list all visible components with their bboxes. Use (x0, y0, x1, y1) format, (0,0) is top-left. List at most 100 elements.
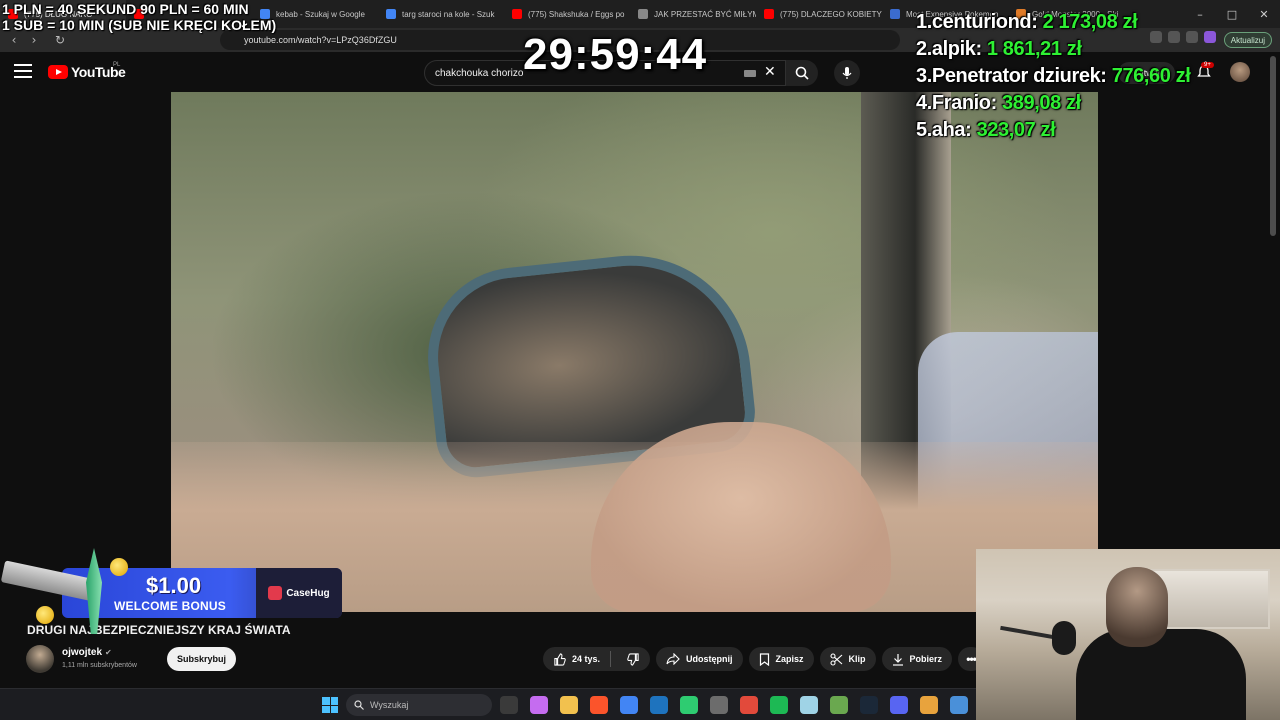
leaderboard-row: 2.alpik: 1 861,21 zł (916, 36, 1190, 63)
leaderboard-row: 5.aha: 323,07 zł (916, 117, 1190, 144)
download-button[interactable]: Pobierz (881, 647, 953, 671)
keyboard-icon[interactable] (744, 70, 756, 77)
taskbar-app-icon[interactable] (860, 696, 878, 714)
tab-favicon-icon (890, 9, 900, 19)
taskbar-app-icon[interactable] (770, 696, 788, 714)
taskbar-app-icon[interactable] (530, 696, 548, 714)
leaderboard-name: centuriond: (931, 11, 1038, 33)
browser-tab[interactable]: (775) DLACZEGO KOBIETY (756, 0, 882, 28)
share-label: Udostępnij (686, 654, 733, 664)
menu-icon[interactable] (14, 64, 32, 80)
back-icon[interactable]: ‹ (4, 30, 24, 50)
leaderboard-row: 1.centuriond: 2 173,08 zł (916, 9, 1190, 36)
subathon-timer: 29:59:44 (523, 30, 708, 79)
bonus-text: WELCOME BONUS (114, 599, 226, 613)
microphone-icon (842, 67, 852, 79)
clear-search-icon[interactable]: ✕ (764, 64, 776, 80)
leaderboard-rank: 2. (916, 38, 932, 60)
browser-tab[interactable]: (775) Shakshuka / Eggs po (504, 0, 630, 28)
knife-icon (86, 548, 102, 634)
clip-label: Klip (848, 654, 866, 664)
leaderboard-rank: 4. (916, 92, 932, 114)
voice-search-button[interactable] (834, 60, 860, 86)
window-controls: – □ ✕ (1184, 0, 1280, 28)
streamer-webcam (976, 549, 1280, 720)
clip-button[interactable]: Klip (819, 647, 876, 671)
taskbar-app-icon[interactable] (680, 696, 698, 714)
casehug-logo-icon (268, 586, 283, 600)
reload-icon[interactable]: ↻ (50, 30, 70, 50)
taskbar-app-icon[interactable] (590, 696, 608, 714)
leaderboard-amount: 323,07 zł (976, 119, 1056, 141)
taskbar-app-icon[interactable] (800, 696, 818, 714)
page-scrollbar[interactable] (1270, 56, 1276, 236)
webcam-person (1076, 559, 1246, 720)
url-text: youtube.com/watch?v=LPzQ36DfZGU (244, 35, 397, 45)
share-button[interactable]: Udostępnij (656, 647, 743, 671)
search-button[interactable] (786, 60, 818, 86)
rules-line: 1 PLN = 40 SEKUND 90 PLN = 60 MIN (2, 1, 249, 17)
taskbar-app-icon[interactable] (500, 696, 518, 714)
video-player[interactable] (171, 92, 1098, 612)
leaderboard-name: Franio: (931, 92, 997, 114)
sponsor-name: CaseHug (286, 587, 330, 599)
subscriber-count: 1,11 mln subskrybentów (62, 662, 137, 669)
like-count: 24 tys. (572, 654, 601, 664)
download-label: Pobierz (909, 654, 943, 664)
player-letterbox-left (0, 92, 171, 612)
donation-rules-overlay: 1 PLN = 40 SEKUND 90 PLN = 60 MIN 1 SUB … (2, 1, 276, 33)
region-label: PL (113, 62, 121, 68)
like-dislike-group: 24 tys. (543, 647, 651, 671)
leaderboard-name: aha: (931, 119, 972, 141)
video-actions: 24 tys. Udostępnij Zapisz Klip Pobierz •… (543, 647, 985, 671)
share-icon (666, 653, 680, 665)
tab-label: (775) DLACZEGO KOBIETY (780, 9, 882, 19)
leaderboard-name: alpik: (931, 38, 982, 60)
taskbar-search[interactable]: Wyszukaj (346, 694, 492, 716)
pistol-icon (0, 560, 99, 602)
close-icon[interactable]: ✕ (1248, 0, 1280, 28)
tab-favicon-icon (386, 9, 396, 19)
leaderboard-amount: 2 173,08 zł (1042, 11, 1138, 33)
divider (610, 651, 612, 667)
maximize-icon[interactable]: □ (1216, 0, 1248, 28)
taskbar-app-icon[interactable] (740, 696, 758, 714)
forward-icon[interactable]: › (24, 30, 44, 50)
tab-favicon-icon (638, 9, 648, 19)
like-button[interactable]: 24 tys. (553, 652, 601, 666)
bonus-amount: $1.00 (146, 573, 202, 598)
subscribe-button[interactable]: Subskrybuj (167, 647, 237, 671)
thumbs-down-icon (627, 652, 639, 666)
browser-tab[interactable]: targ staroci na kole - Szuk (378, 0, 504, 28)
channel-avatar[interactable] (26, 645, 54, 673)
save-label: Zapisz (775, 654, 804, 664)
channel-name[interactable]: ojwojtek ✔ (62, 647, 112, 658)
leaderboard-row: 4.Franio: 389,08 zł (916, 90, 1190, 117)
taskbar-app-icon[interactable] (620, 696, 638, 714)
save-button[interactable]: Zapisz (748, 647, 814, 671)
leaderboard-row: 3.Penetrator dziurek: 776,60 zł (916, 63, 1191, 90)
update-button[interactable]: Aktualizuj (1223, 32, 1272, 48)
taskbar-app-icon[interactable] (830, 696, 848, 714)
player-letterbox-right (1098, 92, 1280, 550)
account-avatar[interactable] (1230, 62, 1250, 82)
leaderboard-amount: 1 861,21 zł (986, 38, 1082, 60)
extension-icon[interactable] (1204, 31, 1216, 43)
search-value: chakchouka chorizo (435, 67, 524, 79)
taskbar-app-icon[interactable] (890, 696, 908, 714)
taskbar-app-icon[interactable] (560, 696, 578, 714)
taskbar-app-icon[interactable] (650, 696, 668, 714)
sponsor-brand: CaseHug (256, 568, 342, 618)
notification-badge: 9+ (1201, 62, 1214, 68)
taskbar-app-icon[interactable] (710, 696, 728, 714)
coin-icon (110, 558, 128, 576)
browser-tab[interactable]: JAK PRZESTAĆ BYĆ MIŁYM (630, 0, 756, 28)
dislike-button[interactable] (617, 652, 650, 666)
tab-label: targ staroci na kole - Szuk (402, 9, 495, 19)
taskbar-app-icon[interactable] (950, 696, 968, 714)
thumbs-up-icon (554, 652, 566, 666)
taskbar-app-icon[interactable] (920, 696, 938, 714)
windows-start-icon[interactable] (322, 697, 338, 713)
sponsor-banner: $1.00 WELCOME BONUS CaseHug (0, 548, 344, 634)
taskbar-apps (500, 696, 968, 714)
